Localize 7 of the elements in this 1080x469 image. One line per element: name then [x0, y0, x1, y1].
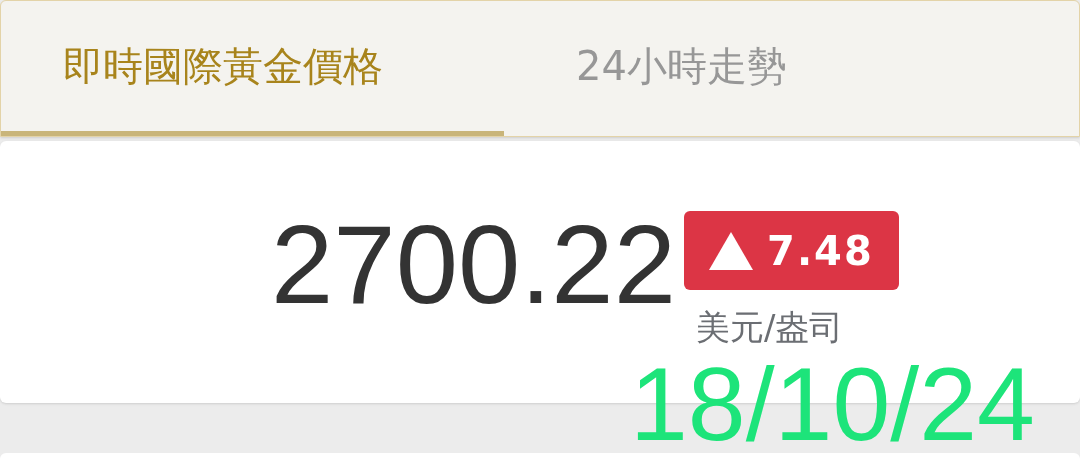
tab[interactable]: 即時國際黃金價格 — [1, 1, 504, 136]
unit-label: 美元/盎司 — [695, 306, 845, 349]
price-value: 2700.22 — [271, 209, 676, 321]
date-label: 18/10/24 — [630, 352, 1035, 456]
up-triangle-icon — [709, 231, 754, 270]
tab[interactable]: 24小時走勢 — [504, 1, 1007, 136]
change-value: 7.48 — [767, 226, 874, 276]
